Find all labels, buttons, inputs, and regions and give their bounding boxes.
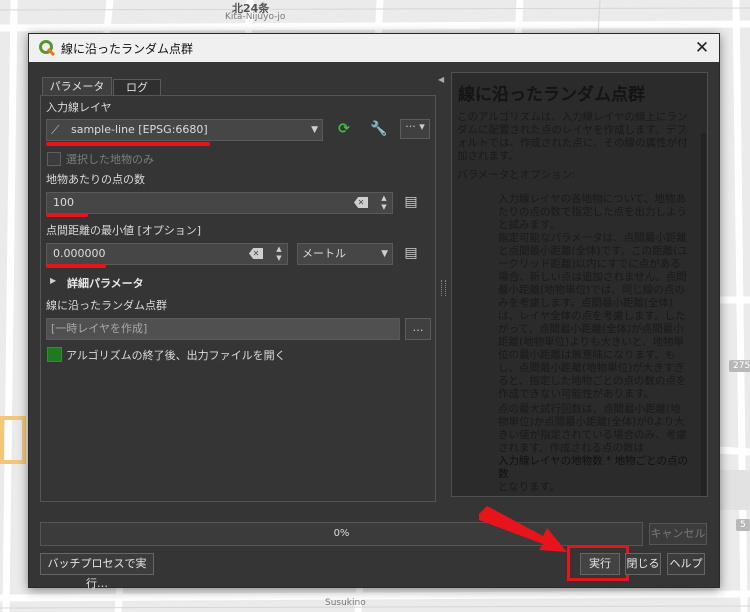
help-bullet-1: 入力線レイヤの各地物について、地物あたりの点の数で指定した点を出力しようと試みま… [498,193,687,231]
map-label-susukino: Susukino [325,598,366,608]
spinbox-arrows-icon[interactable]: ▲ ▼ [379,194,389,212]
close-window-button[interactable]: ✕ [691,37,713,59]
open-output-checkbox[interactable] [47,347,62,362]
distance-unit-combo[interactable]: メートル ▼ [297,243,393,265]
window-title: 線に沿ったランダム点群 [61,42,194,56]
batch-process-button[interactable]: バッチプロセスで実行… [40,553,154,590]
line-layer-icon: ⟋ [51,123,60,137]
min-distance-input[interactable]: 0.000000 ✕ ▲ ▼ [46,243,288,265]
expand-arrow-icon[interactable]: ▶ [50,276,56,285]
collapse-help-icon[interactable]: ◀ [438,75,444,84]
help-bullet-3-end: となります。 [498,481,560,493]
help-button[interactable]: ヘルプ [667,553,705,575]
spinbox-arrows-icon[interactable]: ▲ ▼ [274,245,284,263]
help-bullet-3: 点の最大試行回数は、点間最小距離(地物単位)か点間最小距離(全体)が0より大きい… [498,403,687,454]
title-bar[interactable]: 線に沿ったランダム点群 ✕ [29,34,719,62]
wrench-icon[interactable]: 🔧 [369,119,389,139]
input-layer-value: sample-line [EPSG:6680] [71,123,208,136]
min-distance-value: 0.000000 [53,247,106,260]
tab-parameters[interactable]: パラメータ [42,77,112,96]
open-output-label: アルゴリズムの終了後、出力ファイルを開く [66,349,286,362]
splitter-handle[interactable] [441,280,446,296]
selected-only-label: 選択した地物のみ [66,153,154,166]
min-distance-label: 点間距離の最小値 [オプション] [46,224,202,237]
layer-options-button[interactable]: ··· ▾ [400,119,430,139]
output-destination-input[interactable]: [一時レイヤを作成] [46,318,400,340]
help-section-heading: パラメータとオプション: [457,169,576,181]
close-button[interactable]: 閉じる [625,553,661,575]
cancel-button[interactable]: キャンセル [649,523,707,545]
parameters-panel: 入力線レイヤ ⟋ sample-line [EPSG:6680] ▼ ⟳ 🔧 ·… [40,95,436,502]
points-per-feature-value: 100 [53,196,74,209]
data-defined-override-icon[interactable]: ▤ [401,192,421,212]
annotation-underline [46,264,106,268]
output-label: 線に沿ったランダム点群 [46,299,167,312]
map-route-badge: 275 [729,360,750,372]
help-title: 線に沿ったランダム点群 [458,85,645,105]
clear-icon[interactable]: ✕ [249,248,263,259]
annotation-underline [46,142,210,146]
clear-icon[interactable]: ✕ [354,197,368,208]
selected-only-checkbox[interactable] [47,152,61,166]
chevron-down-icon: ▼ [311,125,318,135]
points-per-feature-input[interactable]: 100 ✕ ▲ ▼ [46,192,393,214]
map-route-badge: 5 [736,519,750,531]
help-bullet-2: 指定可能なパラメータは、点間最小距離と点間最小距離(全体)です。この距離(ユーク… [498,232,688,400]
help-scrollbar[interactable] [701,133,706,496]
output-placeholder: [一時レイヤを作成] [51,322,148,335]
annotation-arrow [479,506,567,552]
distance-unit-value: メートル [302,247,346,260]
algorithm-dialog: 線に沿ったランダム点群 ✕ パラメータ ログ ◀ 入力線レイヤ ⟋ sample… [28,33,720,590]
tab-log[interactable]: ログ [113,79,161,96]
points-per-feature-label: 地物あたりの点の数 [46,173,145,186]
data-defined-override-icon[interactable]: ▤ [401,243,421,263]
input-layer-combo[interactable]: ⟋ sample-line [EPSG:6680] ▼ [46,119,323,141]
help-bullet-3-formula: 入力線レイヤの地物数 * 地物ごとの点の数 [498,455,689,480]
help-panel: 線に沿ったランダム点群 このアルゴリズムは、入力線レイヤの線上にランダムに配置さ… [451,72,708,497]
browse-output-button[interactable]: … [405,318,431,340]
input-layer-label: 入力線レイヤ [46,101,112,114]
map-label-kita-nijuyo: Kita-Nijuyo-jo [225,12,286,22]
chevron-down-icon: ▼ [381,249,388,259]
refresh-icon[interactable]: ⟳ [334,119,354,139]
help-intro: このアルゴリズムは、入力線レイヤの線上にランダムに配置された点のレイヤを作成しま… [457,111,688,162]
qgis-logo-icon [39,40,55,56]
advanced-parameters-toggle[interactable]: 詳細パラメータ [67,275,144,291]
annotation-underline [46,213,88,217]
annotation-box [567,545,629,581]
